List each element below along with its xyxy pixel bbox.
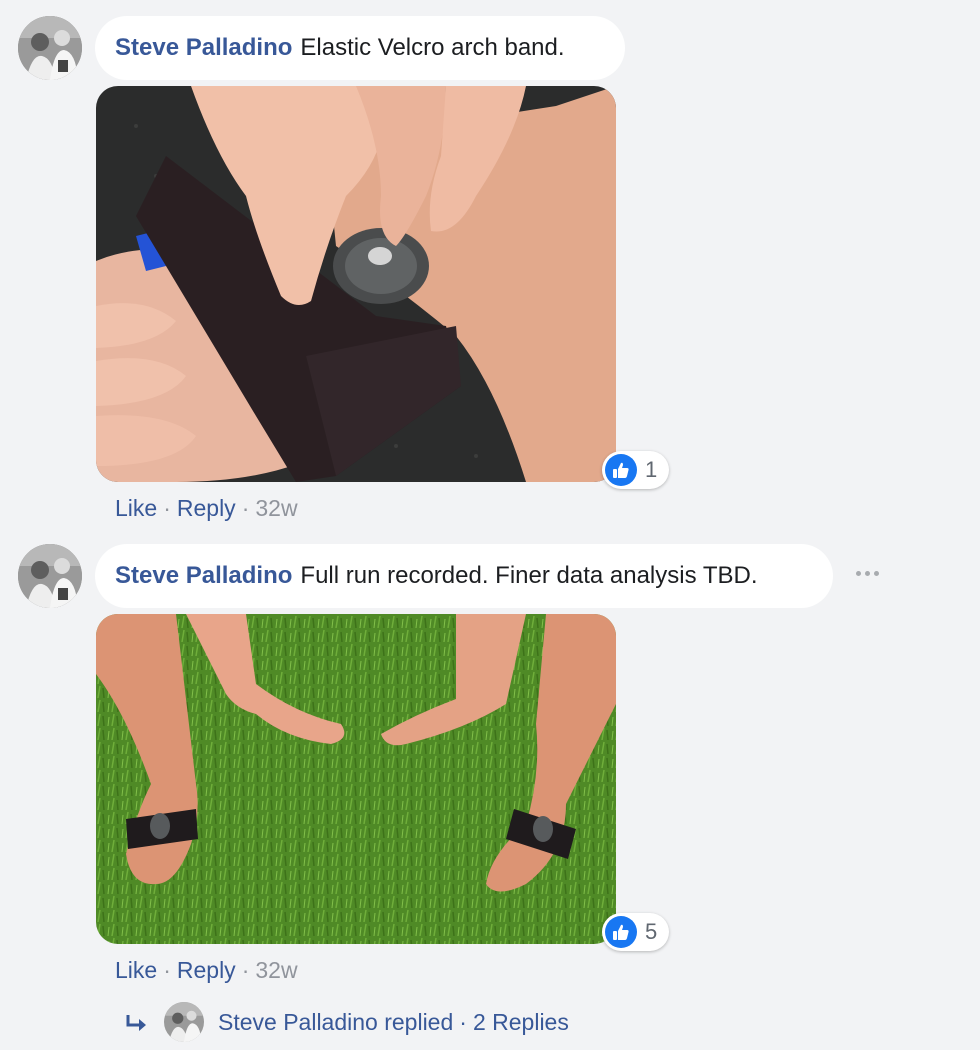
reaction-count: 1 [645,457,658,482]
separator: · [163,957,171,983]
separator: · [241,495,250,521]
timestamp[interactable]: 32w [255,957,297,984]
comment-bubble: Steve Palladino Full run recorded. Finer… [95,544,833,608]
thumbs-up-icon [605,454,637,486]
more-options-icon[interactable] [856,571,879,576]
replies-author-text: Steve Palladino replied [218,1008,454,1035]
reply-link[interactable]: Reply [177,495,236,522]
like-link[interactable]: Like [115,957,157,984]
comment-bubble: Steve Palladino Elastic Velcro arch band… [95,16,625,80]
like-link[interactable]: Like [115,495,157,522]
reaction-count: 5 [645,919,658,944]
comment-author[interactable]: Steve Palladino [115,34,292,62]
reply-arrow-icon [126,1015,146,1031]
comment-actions: Like · Reply · 32w [115,495,298,522]
timestamp[interactable]: 32w [255,495,297,522]
author-avatar[interactable] [18,544,82,608]
reaction-summary[interactable]: 1 [602,451,670,489]
reply-link[interactable]: Reply [177,957,236,984]
reaction-summary[interactable]: 5 [602,913,670,951]
replies-count[interactable]: 2 Replies [473,1009,569,1036]
comment-photo[interactable] [96,614,616,944]
comment-photo[interactable] [96,86,616,482]
view-replies[interactable]: Steve Palladino replied · 2 Replies [122,1000,569,1044]
comment-author[interactable]: Steve Palladino [115,562,292,590]
comment-actions: Like · Reply · 32w [115,957,298,984]
comment-text: Full run recorded. Finer data analysis T… [300,562,758,589]
thumbs-up-icon [605,916,637,948]
separator: · [163,495,171,521]
author-avatar[interactable] [18,16,82,80]
replier-avatar [164,1002,204,1042]
separator: · [459,1008,467,1035]
separator: · [241,957,250,983]
comment-text: Elastic Velcro arch band. [300,34,565,61]
